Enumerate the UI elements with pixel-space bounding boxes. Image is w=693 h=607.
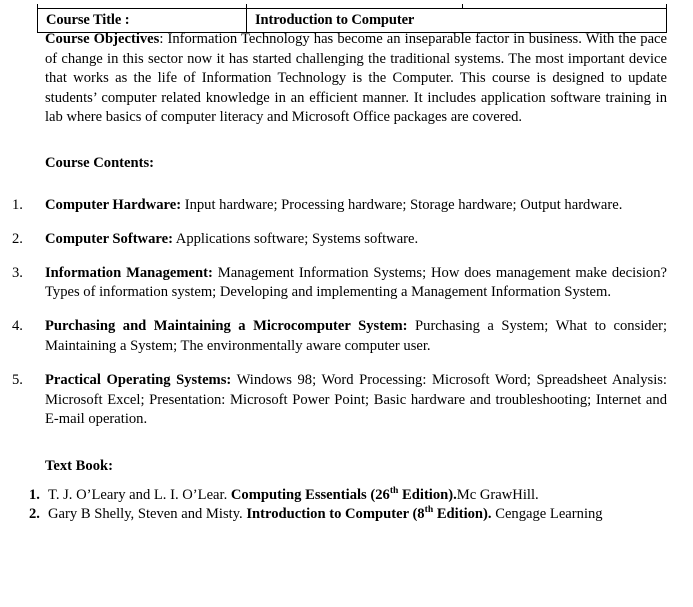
list-item-number: 4.	[12, 318, 23, 335]
list-item: 2. Computer Software: Applications softwa…	[0, 230, 693, 250]
book-title-post: Edition).	[398, 486, 457, 503]
document-body: Course Objectives: Information Technolog…	[0, 30, 693, 525]
list-item-number: 5.	[12, 372, 23, 389]
course-contents-list: 1. Computer Hardware: Input hardware; Pro…	[0, 196, 693, 430]
list-item-title: Purchasing and Maintaining a Microcomput…	[45, 318, 408, 335]
book-edition-superscript: th	[424, 504, 434, 516]
table-row: Course Title : Introduction to Computer	[37, 7, 667, 34]
list-item-text: Input hardware; Processing hardware; Sto…	[181, 196, 623, 213]
list-item: 2. Gary B Shelly, Steven and Misty. Intr…	[0, 505, 693, 525]
list-item-title: Information Management:	[45, 264, 213, 281]
list-item-number: 1.	[12, 196, 23, 213]
list-item-number: 3.	[12, 264, 23, 281]
course-title-value: Introduction to Computer	[246, 7, 667, 34]
course-contents-heading: Course Contents:	[45, 154, 155, 171]
text-book-heading: Text Book:	[45, 457, 113, 474]
list-item: 3. Information Management: Management Inf…	[0, 264, 693, 303]
document-page: Course Title : Introduction to Computer …	[0, 0, 693, 607]
list-item-number: 2.	[12, 230, 23, 247]
book-publisher: Cengage Learning	[491, 506, 603, 523]
book-title-pre: Computing Essentials (26	[230, 486, 390, 503]
list-item: 1. Computer Hardware: Input hardware; Pro…	[0, 196, 693, 216]
list-item-text: Applications software; Systems software.	[172, 230, 419, 247]
list-item: 1. T. J. O’Leary and L. I. O’Lear. Compu…	[0, 485, 693, 506]
book-title-pre: Introduction to Computer (8	[246, 506, 425, 523]
list-item-title: Practical Operating Systems:	[45, 372, 232, 389]
book-title-post: Edition).	[433, 506, 492, 523]
list-item: 4. Purchasing and Maintaining a Microcomp…	[0, 317, 693, 356]
list-item-number: 1.	[29, 486, 40, 503]
book-publisher: Mc GrawHill.	[456, 486, 539, 503]
course-objectives-label: Course Objectives	[45, 31, 160, 47]
course-objectives-paragraph: Course Objectives: Information Technolog…	[0, 30, 693, 128]
list-item-number: 2.	[29, 506, 40, 523]
text-book-list: 1. T. J. O’Leary and L. I. O’Lear. Compu…	[0, 485, 693, 525]
course-header-table: Course Title : Introduction to Computer	[37, 4, 667, 34]
list-item: 5. Practical Operating Systems: Windows 9…	[0, 371, 693, 430]
book-authors: T. J. O’Leary and L. I. O’Lear.	[48, 486, 231, 503]
course-title-label: Course Title :	[37, 7, 247, 34]
book-authors: Gary B Shelly, Steven and Misty.	[48, 506, 247, 523]
list-item-title: Computer Software:	[45, 230, 173, 247]
list-item-title: Computer Hardware:	[45, 196, 182, 213]
